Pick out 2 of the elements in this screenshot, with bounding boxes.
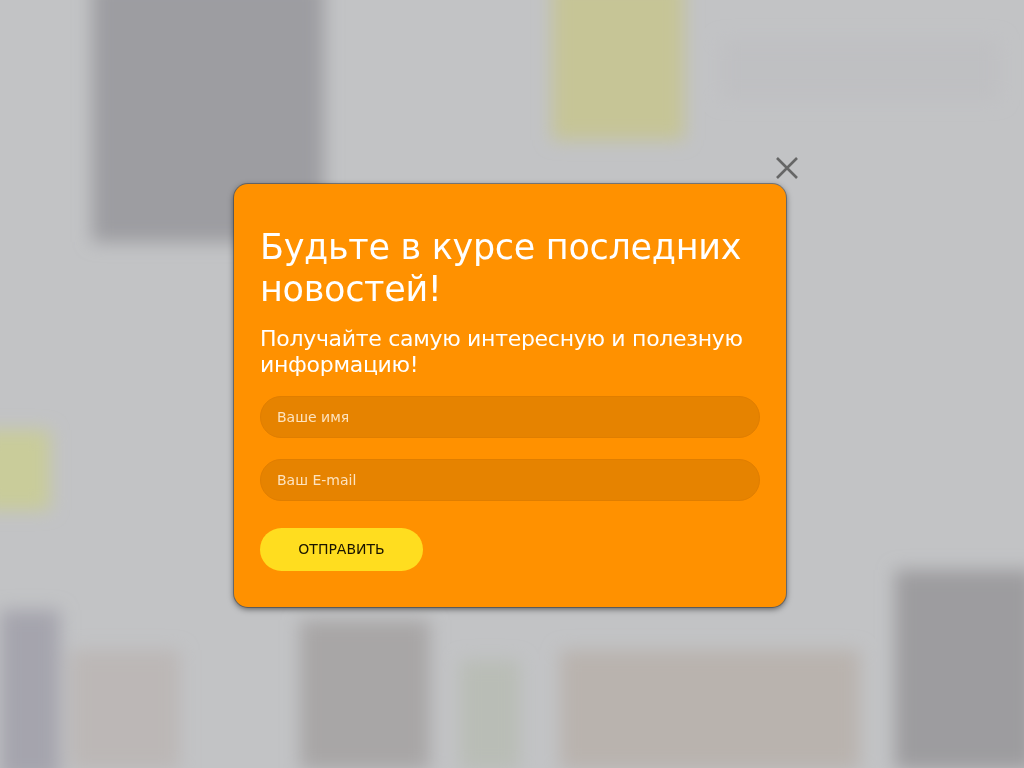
popup-subtitle: Получайте самую интересную и полезную информацию! (260, 325, 744, 378)
popup-title: Будьте в курсе последних новостей! (260, 225, 743, 310)
